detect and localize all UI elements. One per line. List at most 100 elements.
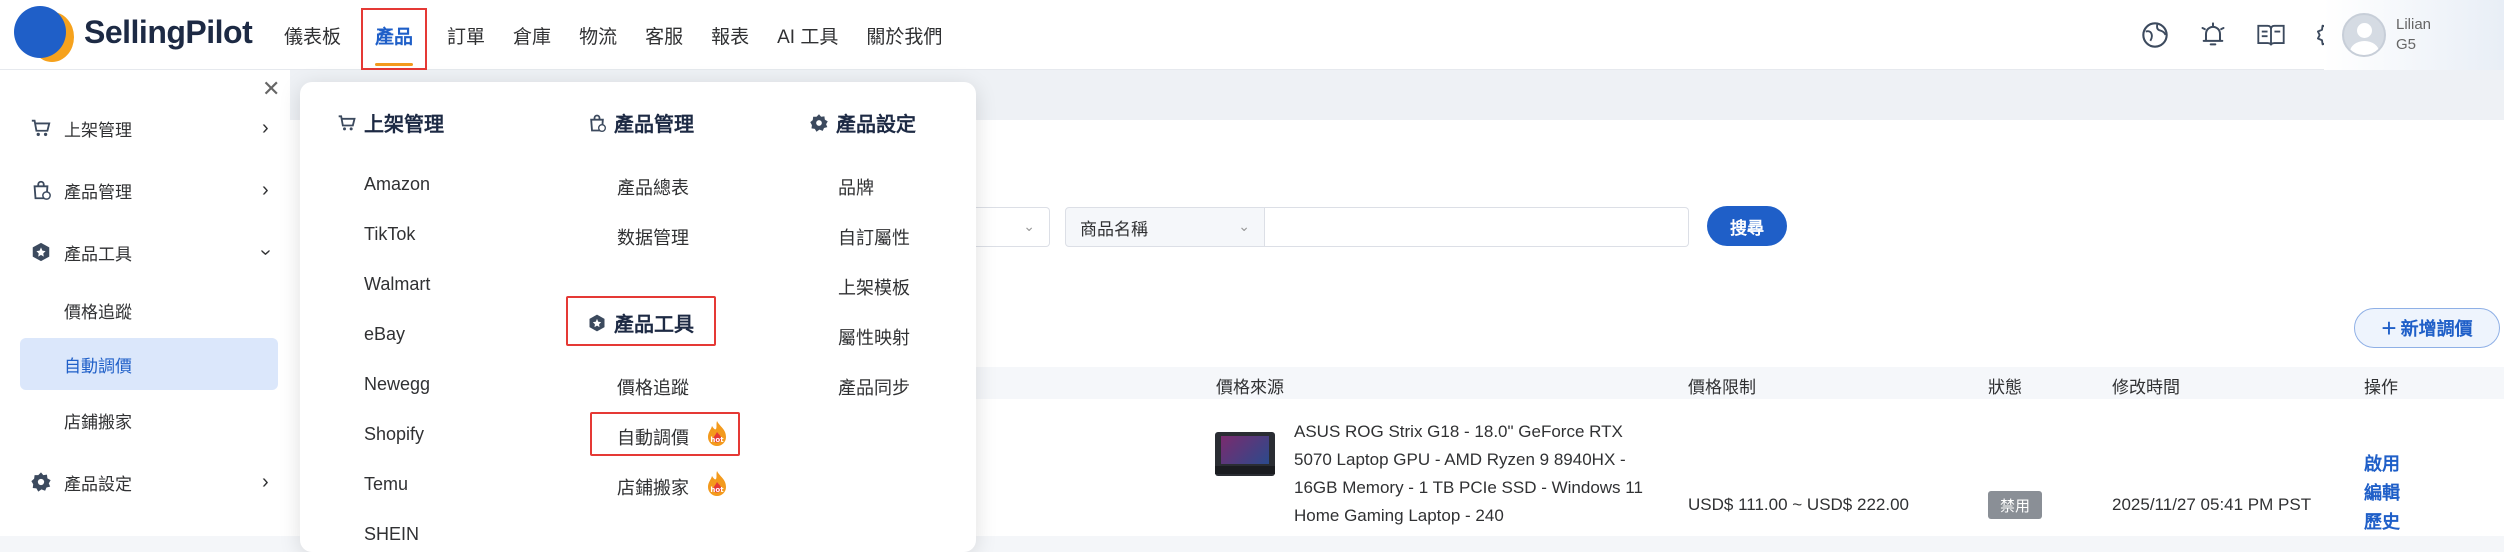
bag-icon [586, 112, 608, 134]
sidebar-item-label: 產品設定 [64, 474, 132, 494]
menu-item-ebay[interactable]: eBay [364, 324, 405, 345]
bag-icon [30, 179, 52, 201]
chevron-down-icon: ⌄ [1023, 218, 1035, 234]
user-name: Lilian G5 [2396, 15, 2431, 55]
column-header-modified-time: 修改時間 [2112, 378, 2180, 397]
products-dropdown-menu: 上架管理 Amazon TikTok Walmart eBay Newegg S… [300, 82, 976, 552]
user-profile[interactable]: Lilian G5 [2324, 0, 2504, 70]
top-navigation-bar: SellingPilot 儀表板 產品 訂單 倉庫 物流 客服 報表 AI 工具… [0, 0, 2504, 70]
sidebar-subitem-auto-repricing[interactable]: 自動調價 [20, 338, 278, 390]
column-header-price-limit: 價格限制 [1688, 378, 1756, 397]
chevron-down-icon: ⌄ [1238, 218, 1250, 234]
logo-icon[interactable] [8, 2, 74, 64]
sidebar-item-product-management[interactable]: 產品管理 › [0, 170, 290, 210]
menu-item-amazon[interactable]: Amazon [364, 174, 430, 195]
search-input[interactable] [1265, 207, 1689, 247]
menu-item-data-management[interactable]: 数据管理 [617, 224, 689, 250]
menu-heading-label: 產品設定 [836, 114, 916, 136]
sidebar-item-product-settings[interactable]: 產品設定 › [0, 462, 290, 502]
hot-fire-icon: hot [704, 470, 730, 498]
menu-heading-listing-management: 上架管理 [336, 108, 444, 137]
menu-heading-label: 上架管理 [364, 114, 444, 136]
sidebar-item-label: 產品管理 [64, 182, 132, 202]
menu-item-walmart[interactable]: Walmart [364, 274, 430, 295]
globe-icon[interactable] [2140, 20, 2170, 50]
sidebar: ✕ 上架管理 › 產品管理 › 產品工具 › 價格追蹤 自動調價 店鋪搬家 產品… [0, 70, 290, 536]
bell-icon[interactable] [2198, 20, 2228, 50]
menu-heading-product-management: 產品管理 [586, 108, 694, 137]
menu-item-store-migration[interactable]: 店鋪搬家 [617, 474, 689, 500]
status-badge: 禁用 [1988, 491, 2042, 519]
hot-fire-icon: hot [704, 420, 730, 448]
star-icon [586, 312, 608, 334]
menu-heading-product-settings: 產品設定 [808, 108, 916, 137]
menu-item-price-tracking[interactable]: 價格追蹤 [617, 374, 689, 400]
column-header-status: 狀態 [1988, 378, 2022, 397]
plus-icon: + [2381, 313, 2397, 343]
menu-item-newegg[interactable]: Newegg [364, 374, 430, 395]
nav-about-us[interactable]: 關於我們 [852, 0, 956, 70]
nav-dashboard[interactable]: 儀表板 [270, 0, 355, 70]
nav-products[interactable]: 產品 [361, 8, 428, 70]
sidebar-item-label: 上架管理 [64, 120, 132, 140]
search-field-select[interactable]: 商品名稱 ⌄ [1065, 207, 1265, 247]
menu-item-shein[interactable]: SHEIN [364, 524, 419, 545]
cart-icon [30, 117, 52, 139]
modified-time-value: 2025/11/27 05:41 PM PST [2112, 495, 2312, 514]
menu-item-product-sync[interactable]: 產品同步 [838, 374, 910, 400]
star-icon [30, 241, 52, 263]
search-button[interactable]: 搜尋 [1707, 206, 1787, 246]
column-header-price-source: 價格來源 [1216, 378, 1284, 397]
enable-link[interactable]: 啟用 [2364, 450, 2400, 476]
svg-text:hot: hot [710, 436, 724, 444]
menu-item-product-list[interactable]: 產品總表 [617, 174, 689, 200]
close-icon[interactable]: ✕ [262, 76, 280, 102]
main-menu: 儀表板 產品 訂單 倉庫 物流 客服 報表 AI 工具 關於我們 [270, 0, 956, 70]
edit-link[interactable]: 編輯 [2364, 479, 2400, 505]
menu-item-brand[interactable]: 品牌 [838, 174, 874, 200]
sidebar-subitem-store-migration[interactable]: 店鋪搬家 [20, 394, 278, 446]
menu-heading-label: 產品管理 [614, 114, 694, 136]
sidebar-subitem-price-tracking[interactable]: 價格追蹤 [20, 284, 278, 336]
nav-customer-service[interactable]: 客服 [631, 0, 697, 70]
book-icon[interactable] [2256, 20, 2286, 50]
brand-name-part2: Pilot [185, 14, 253, 50]
nav-orders[interactable]: 訂單 [433, 0, 499, 70]
brand-name[interactable]: SellingPilot [84, 14, 253, 51]
menu-heading-label: 產品工具 [614, 314, 694, 336]
gear-icon [30, 471, 52, 493]
product-title[interactable]: ASUS ROG Strix G18 - 18.0" GeForce RTX 5… [1294, 418, 1654, 530]
add-repricing-button[interactable]: + 新增調價 [2354, 308, 2500, 348]
price-limit-value: USD$ 111.00 ~ USD$ 222.00 [1688, 495, 1909, 514]
cart-icon [336, 112, 358, 134]
menu-item-tiktok[interactable]: TikTok [364, 224, 415, 245]
search-field-select-value: 商品名稱 [1080, 219, 1148, 239]
user-name-line2: G5 [2396, 36, 2417, 53]
sidebar-item-listing-management[interactable]: 上架管理 › [0, 108, 290, 148]
svg-text:hot: hot [710, 486, 724, 494]
chevron-right-icon: › [262, 116, 269, 139]
menu-item-auto-repricing[interactable]: 自動調價 [617, 424, 689, 450]
menu-item-attribute-mapping[interactable]: 屬性映射 [838, 324, 910, 350]
chevron-down-icon: › [254, 248, 277, 256]
nav-ai-tools[interactable]: AI 工具 [763, 0, 852, 70]
top-icon-group [2140, 0, 2344, 70]
nav-warehouse[interactable]: 倉庫 [499, 0, 565, 70]
product-thumbnail[interactable] [1215, 432, 1275, 476]
nav-reports[interactable]: 報表 [697, 0, 763, 70]
column-header-actions: 操作 [2364, 378, 2398, 397]
menu-item-listing-template[interactable]: 上架模板 [838, 274, 910, 300]
brand-name-part1: Selling [84, 14, 186, 50]
menu-item-shopify[interactable]: Shopify [364, 424, 424, 445]
sidebar-item-label: 產品工具 [64, 244, 132, 264]
gear-icon [808, 112, 830, 134]
nav-logistics[interactable]: 物流 [565, 0, 631, 70]
user-name-line1: Lilian [2396, 16, 2432, 33]
menu-heading-product-tools: 產品工具 [586, 308, 694, 337]
sidebar-item-product-tools[interactable]: 產品工具 › [0, 232, 290, 272]
avatar [2342, 13, 2386, 57]
menu-item-temu[interactable]: Temu [364, 474, 408, 495]
chevron-right-icon: › [262, 178, 269, 201]
menu-item-custom-attributes[interactable]: 自訂屬性 [838, 224, 910, 250]
history-link[interactable]: 歷史 [2364, 508, 2400, 534]
